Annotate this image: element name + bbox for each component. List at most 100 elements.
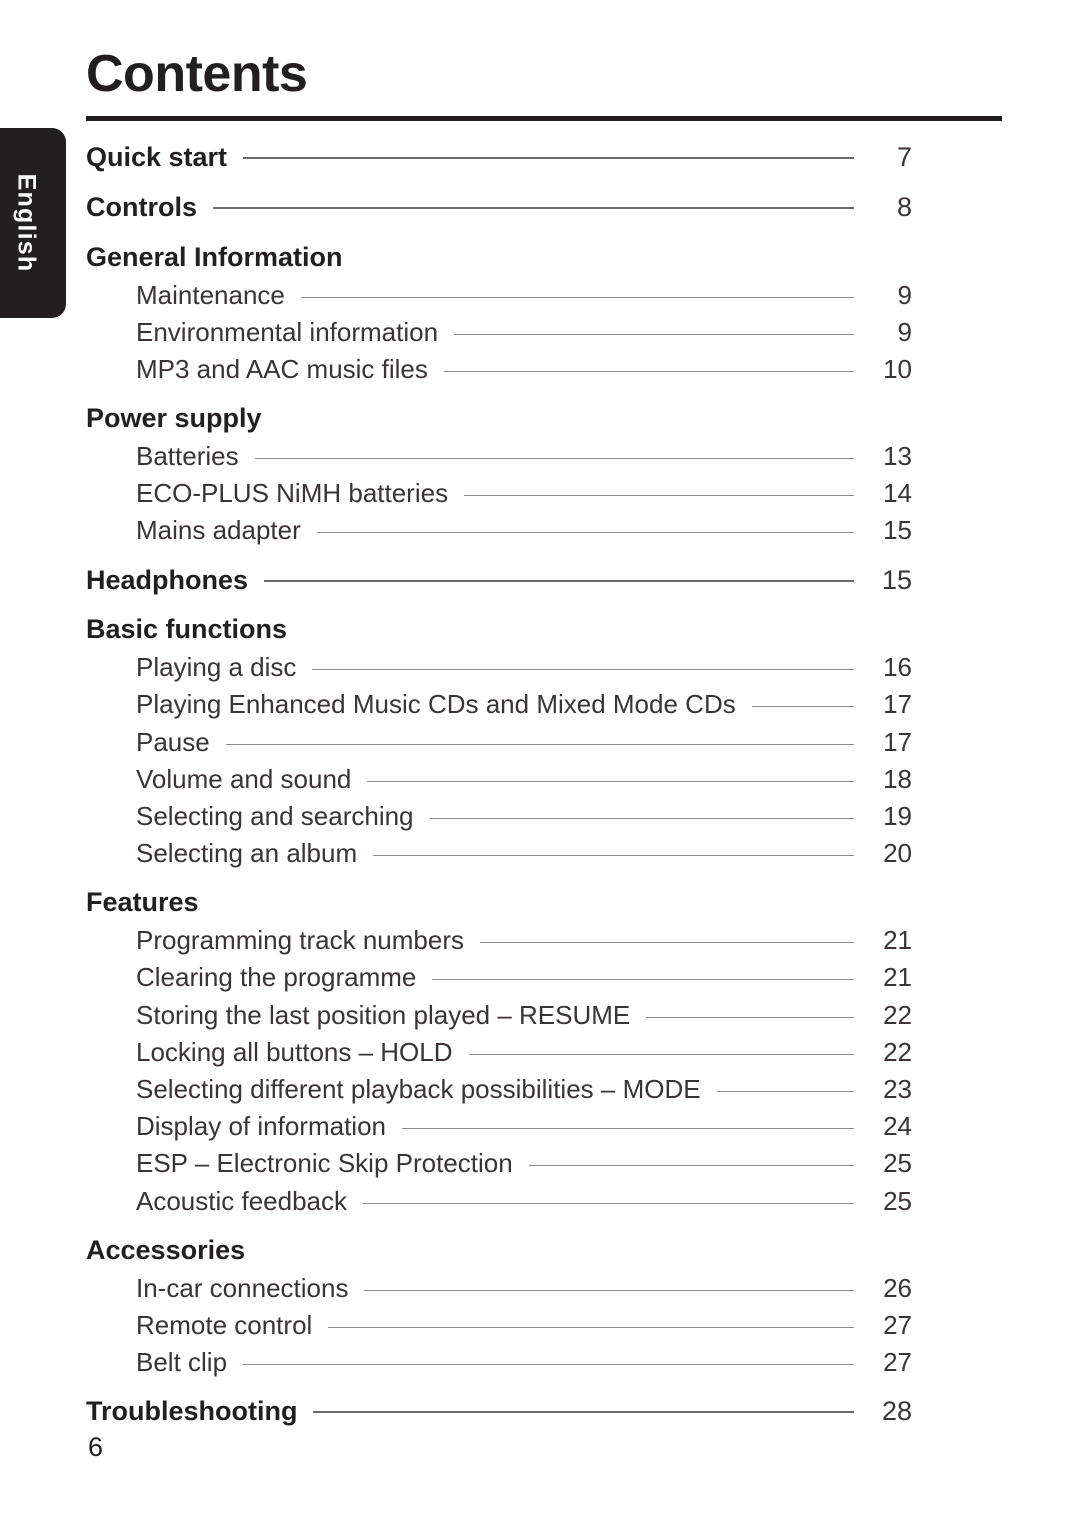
toc-entry-row[interactable]: Environmental information 9 [136, 317, 912, 348]
language-tab-english: English [0, 128, 66, 318]
toc-entry-row[interactable]: Maintenance 9 [136, 280, 912, 311]
toc-section-row[interactable]: Headphones 15 [86, 565, 912, 597]
toc-leader-line [243, 1364, 854, 1365]
toc-entry-label: Mains adapter [136, 515, 301, 546]
toc-leader-line [443, 370, 854, 372]
toc-entry-label: Belt clip [136, 1347, 228, 1377]
page-title: Contents [86, 45, 308, 103]
toc-section-row[interactable]: Basic functions [86, 614, 912, 646]
toc-page-number: 21 [883, 962, 912, 993]
toc-page-number: 25 [883, 1148, 912, 1179]
toc-entry-row[interactable]: Remote control 27 [136, 1310, 912, 1341]
toc-entry-label: Storing the last position played – RESUM… [136, 999, 631, 1030]
toc-entry-row[interactable]: Volume and sound 18 [136, 764, 912, 795]
toc-page-number: 25 [883, 1185, 912, 1216]
toc-leader-line [429, 818, 854, 820]
toc-entry-label: In-car connections [136, 1272, 349, 1303]
toc-page-number: 19 [883, 801, 912, 832]
toc-section-row[interactable]: Troubleshooting 28 [86, 1396, 912, 1428]
toc-leader-line [225, 743, 854, 745]
toc-entry-row[interactable]: Pause 17 [136, 727, 912, 758]
toc-entry-label: Pause [136, 726, 210, 757]
toc-page-number: 27 [883, 1347, 912, 1377]
toc-page-number: 9 [897, 316, 912, 347]
toc-entry-row[interactable]: Belt clip 27 [136, 1347, 912, 1378]
toc-leader-line [363, 1202, 854, 1204]
toc-entry-label: Volume and sound [136, 763, 352, 794]
folio-page-number: 6 [88, 1432, 104, 1462]
toc-leader-line [316, 532, 854, 534]
toc-page-number: 23 [883, 1074, 912, 1105]
toc-leader-line [432, 979, 854, 981]
toc-leader-line [364, 1289, 854, 1291]
toc-entry-label: ECO-PLUS NiMH batteries [136, 478, 449, 509]
toc-page-number: 21 [883, 925, 912, 956]
toc-leader-line [454, 333, 854, 335]
toc-leader-line [243, 157, 854, 159]
toc-leader-line [402, 1128, 854, 1130]
toc-entry-row[interactable]: Clearing the programme 21 [136, 962, 912, 993]
toc-entry-row[interactable]: Acoustic feedback 25 [136, 1186, 912, 1217]
toc-leader-line [373, 855, 854, 857]
toc-section-row[interactable]: Features [86, 887, 912, 919]
toc-entry-row[interactable]: ECO-PLUS NiMH batteries 14 [136, 478, 912, 509]
toc-page-number: 7 [896, 142, 912, 172]
toc-leader-line [468, 1053, 854, 1055]
toc-leader-line [254, 458, 854, 459]
toc-entry-row[interactable]: In-car connections 26 [136, 1273, 912, 1304]
toc-entry-row[interactable]: Locking all buttons – HOLD 22 [136, 1037, 912, 1068]
toc-entry-row[interactable]: MP3 and AAC music files 10 [136, 354, 912, 385]
toc-page-number: 10 [883, 353, 912, 384]
toc-entry-label: Controls [86, 191, 197, 222]
toc-page-number: 13 [883, 441, 912, 471]
toc-entry-row[interactable]: Mains adapter 15 [136, 515, 912, 546]
title-divider [86, 116, 1002, 121]
toc-leader-line [751, 706, 854, 708]
toc-entry-row[interactable]: Selecting and searching 19 [136, 801, 912, 832]
toc-entry-label: General Information [86, 241, 343, 272]
toc-leader-line [480, 942, 854, 944]
toc-page-number: 20 [883, 838, 912, 869]
toc-leader-line [300, 296, 854, 298]
toc-entry-label: Maintenance [136, 279, 285, 310]
toc-entry-row[interactable]: Programming track numbers 21 [136, 925, 912, 956]
toc-entry-label: Quick start [86, 142, 228, 172]
toc-page-number: 16 [883, 652, 912, 683]
toc-page-number: 14 [883, 478, 912, 509]
toc-entry-row[interactable]: Display of information 24 [136, 1111, 912, 1142]
toc-entry-label: Acoustic feedback [136, 1185, 348, 1216]
toc-page-number: 18 [883, 763, 912, 794]
toc-section-row[interactable]: Controls 8 [86, 192, 912, 224]
toc-page-number: 15 [883, 515, 912, 546]
toc-page-number: 26 [883, 1272, 912, 1303]
toc-page-number: 22 [883, 999, 912, 1030]
toc-page-number: 17 [883, 689, 912, 720]
toc-leader-line [264, 579, 854, 582]
toc-section-row[interactable]: Accessories [86, 1235, 912, 1267]
toc-leader-line [213, 206, 854, 209]
toc-leader-line [328, 1326, 854, 1328]
toc-entry-row[interactable]: Playing a disc 16 [136, 652, 912, 683]
toc-leader-line [312, 669, 854, 671]
toc-section-row[interactable]: General Information [86, 242, 912, 274]
toc-entry-row[interactable]: ESP – Electronic Skip Protection 25 [136, 1148, 912, 1179]
toc-entry-row[interactable]: Batteries 13 [136, 441, 912, 472]
toc-page-number: 24 [883, 1111, 912, 1142]
toc-entry-row[interactable]: Selecting different playback possibiliti… [136, 1074, 912, 1105]
toc-entry-label: Accessories [86, 1234, 246, 1265]
toc-section-row[interactable]: Power supply [86, 403, 912, 435]
toc-entry-label: Power supply [86, 403, 262, 434]
toc-leader-line [716, 1091, 854, 1093]
toc-entry-label: Batteries [136, 441, 239, 471]
toc-entry-label: Clearing the programme [136, 962, 417, 993]
toc-section-row[interactable]: Quick start 7 [86, 142, 912, 174]
toc-page-number: 9 [897, 279, 912, 310]
toc-leader-line [464, 495, 854, 497]
toc-entry-row[interactable]: Storing the last position played – RESUM… [136, 1000, 912, 1031]
toc-entry-row[interactable]: Playing Enhanced Music CDs and Mixed Mod… [136, 689, 912, 720]
toc-entry-label: Troubleshooting [86, 1396, 298, 1427]
toc-entry-row[interactable]: Selecting an album 20 [136, 838, 912, 869]
toc-entry-label: Playing a disc [136, 652, 297, 683]
toc-page-number: 28 [881, 1396, 912, 1427]
toc-leader-line [528, 1165, 854, 1167]
